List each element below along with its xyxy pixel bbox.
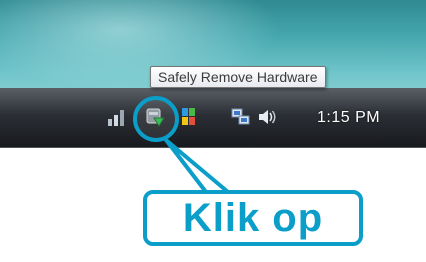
callout-label: Klik op	[182, 196, 324, 240]
windows-flag-icon[interactable]	[180, 106, 198, 128]
network-signal-icon[interactable]	[106, 106, 128, 128]
screenshot-scene: 1:15 PM Safely Remove Hardware Klik op	[0, 0, 426, 262]
taskbar: 1:15 PM	[0, 88, 426, 148]
taskbar-clock[interactable]: 1:15 PM	[317, 109, 380, 127]
tooltip-safely-remove-hardware: Safely Remove Hardware	[150, 66, 326, 88]
network-connection-icon[interactable]	[230, 106, 252, 128]
highlight-circle	[133, 96, 179, 142]
callout-box: Klik op	[143, 190, 363, 246]
volume-icon[interactable]	[256, 106, 278, 128]
